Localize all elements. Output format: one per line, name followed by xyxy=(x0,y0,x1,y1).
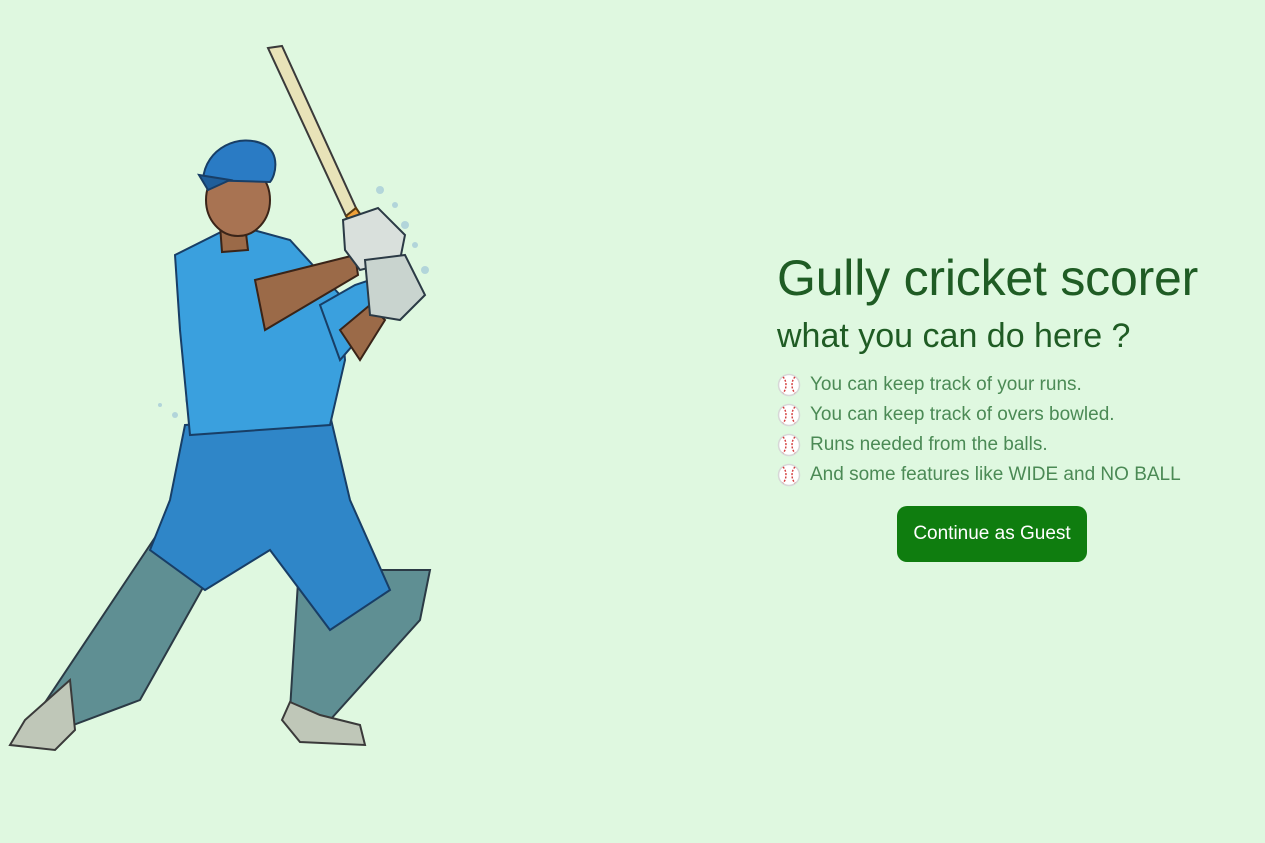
feature-item: You can keep track of overs bowled. xyxy=(777,400,1237,430)
feature-text: And some features like WIDE and NO BALL xyxy=(810,464,1181,485)
feature-item: And some features like WIDE and NO BALL xyxy=(777,460,1237,490)
app-title: Gully cricket scorer xyxy=(777,250,1199,306)
feature-text: You can keep track of your runs. xyxy=(810,374,1082,395)
intro-panel: Gully cricket scorer what you can do her… xyxy=(777,250,1237,562)
feature-item: You can keep track of your runs. xyxy=(777,370,1237,400)
baseball-icon xyxy=(777,463,801,487)
features-heading: what you can do here ? xyxy=(777,317,1131,355)
baseball-icon xyxy=(777,373,801,397)
feature-item: Runs needed from the balls. xyxy=(777,430,1237,460)
feature-text: Runs needed from the balls. xyxy=(810,434,1048,455)
feature-list: You can keep track of your runs. You can… xyxy=(777,370,1237,490)
continue-as-guest-button[interactable]: Continue as Guest xyxy=(897,506,1087,562)
cricket-batsman-illustration xyxy=(0,30,470,770)
feature-text: You can keep track of overs bowled. xyxy=(810,404,1115,425)
baseball-icon xyxy=(777,403,801,427)
baseball-icon xyxy=(777,433,801,457)
